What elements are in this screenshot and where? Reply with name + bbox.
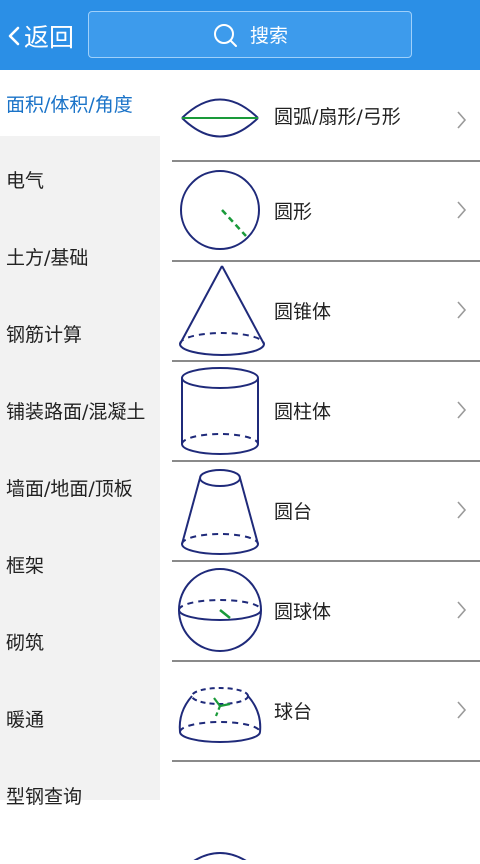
sidebar-item-label: 墙面/地面/顶板 (6, 477, 133, 500)
top-bar: 返回 搜索 (0, 0, 480, 70)
list-item-label: 球台 (274, 700, 313, 723)
sidebar-item-area-volume-angle[interactable]: 面积/体积/角度 (0, 70, 160, 136)
list-item-partial-next[interactable] (172, 760, 480, 864)
cone-icon (179, 265, 265, 356)
list-item-arc-sector-segment[interactable]: 圆弧/扇形/弓形 (172, 70, 480, 162)
sidebar-item-rebar[interactable]: 钢筋计算 (0, 294, 160, 372)
sidebar-item-masonry[interactable]: 砌筑 (0, 602, 160, 680)
chevron-right-icon (457, 201, 467, 219)
back-button[interactable]: 返回 (6, 14, 74, 58)
sidebar-item-wall-floor-ceiling[interactable]: 墙面/地面/顶板 (0, 448, 160, 526)
chevron-left-icon (8, 26, 20, 46)
chevron-right-icon (457, 111, 467, 129)
sidebar-item-paving-concrete[interactable]: 铺装路面/混凝土 (0, 371, 160, 449)
list-item-sphere[interactable]: 圆球体 (172, 560, 480, 662)
sidebar-item-label: 钢筋计算 (6, 323, 83, 346)
search-placeholder: 搜索 (249, 25, 288, 47)
chevron-right-icon (457, 601, 467, 619)
arc-sector-segment-icon (181, 98, 259, 138)
spherical-frustum-icon (178, 687, 262, 743)
sidebar-item-frame[interactable]: 框架 (0, 525, 160, 603)
frustum-icon (181, 469, 259, 555)
list-item-label: 圆形 (274, 200, 313, 223)
sphere-icon (178, 568, 262, 652)
list-item-cone[interactable]: 圆锥体 (172, 260, 480, 362)
list-item-label: 圆球体 (274, 600, 332, 623)
sidebar-item-label: 型钢查询 (6, 785, 83, 808)
sidebar-item-label: 铺装路面/混凝土 (6, 400, 146, 423)
sidebar-item-electrical[interactable]: 电气 (0, 140, 160, 218)
sidebar-item-label: 土方/基础 (6, 246, 89, 269)
sidebar-item-label: 面积/体积/角度 (6, 93, 133, 116)
back-label: 返回 (24, 23, 75, 52)
chevron-right-icon (457, 701, 467, 719)
shape-list: 圆弧/扇形/弓形 圆形 圆锥体 圆柱体 圆台 圆球体 球台 (172, 70, 480, 864)
sidebar-item-label: 框架 (6, 554, 45, 577)
sidebar-item-label: 电气 (6, 169, 45, 192)
sidebar-item-label: 暖通 (6, 708, 45, 731)
list-item-label: 圆柱体 (274, 400, 332, 423)
search-icon (213, 23, 237, 47)
sidebar-item-label: 砌筑 (6, 631, 45, 654)
list-item-label: 圆锥体 (274, 300, 332, 323)
list-item-circle[interactable]: 圆形 (172, 160, 480, 262)
category-sidebar: 面积/体积/角度 电气 土方/基础 钢筋计算 铺装路面/混凝土 墙面/地面/顶板… (0, 70, 160, 808)
spherical-cap-icon (187, 852, 253, 864)
sidebar-item-earthwork-foundation[interactable]: 土方/基础 (0, 217, 160, 295)
chevron-right-icon (457, 501, 467, 519)
sidebar-item-steel-section[interactable]: 型钢查询 (0, 756, 160, 834)
chevron-right-icon (457, 301, 467, 319)
search-box[interactable]: 搜索 (88, 11, 412, 58)
sidebar-item-hvac[interactable]: 暖通 (0, 679, 160, 757)
list-item-spherical-frustum[interactable]: 球台 (172, 660, 480, 762)
list-item-frustum[interactable]: 圆台 (172, 460, 480, 562)
cylinder-icon (181, 367, 259, 455)
circle-icon (180, 170, 260, 250)
chevron-right-icon (457, 401, 467, 419)
list-item-cylinder[interactable]: 圆柱体 (172, 360, 480, 462)
list-item-label: 圆台 (274, 500, 313, 523)
list-item-label: 圆弧/扇形/弓形 (274, 105, 401, 128)
